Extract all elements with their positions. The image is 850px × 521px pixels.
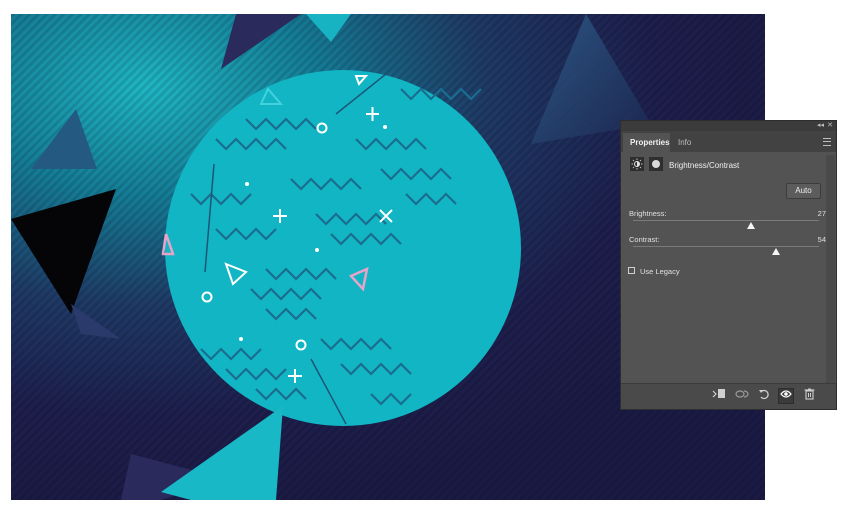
circle-shape (165, 70, 521, 426)
use-legacy-label: Use Legacy (640, 267, 680, 276)
clip-to-layer-icon[interactable] (711, 388, 727, 404)
panel-bottom-toolbar (621, 383, 836, 409)
brightness-value[interactable]: 27 (818, 209, 826, 218)
panel-tab-row: Properties Info (621, 131, 836, 152)
panel-menu-icon[interactable] (823, 138, 831, 146)
reset-icon[interactable] (756, 388, 772, 404)
panel-scrollbar[interactable] (826, 155, 835, 385)
tab-info[interactable]: Info (671, 133, 701, 152)
adjustment-title: Brightness/Contrast (669, 161, 740, 170)
panel-title-bar: ◂◂ ✕ (621, 121, 836, 131)
use-legacy-checkbox[interactable] (628, 267, 635, 274)
brightness-slider-track[interactable] (633, 220, 819, 221)
visibility-eye-icon[interactable] (778, 388, 794, 404)
trash-icon[interactable] (801, 388, 817, 404)
brightness-label: Brightness: (629, 209, 667, 218)
auto-button[interactable]: Auto (786, 183, 821, 199)
contrast-value[interactable]: 54 (818, 235, 826, 244)
brightness-slider-thumb[interactable] (747, 222, 756, 229)
tab-properties[interactable]: Properties (623, 133, 670, 152)
brightness-contrast-adjustment-icon (630, 157, 644, 171)
properties-panel: ◂◂ ✕ Properties Info Brightness/Contrast… (620, 120, 837, 410)
contrast-slider-track[interactable] (633, 246, 819, 247)
close-panel-icon[interactable]: ✕ (827, 121, 833, 131)
collapse-panel-icon[interactable]: ◂◂ (817, 121, 824, 131)
contrast-label: Contrast: (629, 235, 660, 244)
contrast-slider-thumb[interactable] (772, 248, 781, 255)
view-previous-icon[interactable] (734, 388, 750, 404)
layer-mask-icon[interactable] (649, 157, 663, 171)
